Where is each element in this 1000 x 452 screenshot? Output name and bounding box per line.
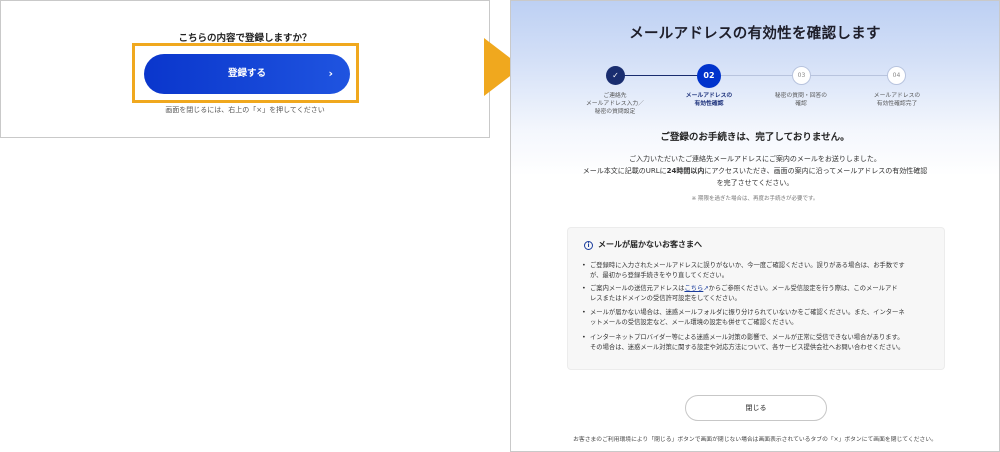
bullet: •: [582, 285, 586, 292]
info-line-2: メール本文に記載のURLに24時間以内にアクセスいただき、画面の案内に沿ってメー…: [511, 166, 999, 176]
list-item: • ご案内メールの送信元アドレスはこちら↗からご参照ください。メール受信設定を行…: [582, 284, 932, 304]
list-item-text: ットメールの受信設定など、メール環境の設定も併せてご確認ください。: [590, 319, 798, 326]
chevron-right-icon: ›: [328, 67, 333, 80]
info-line-2-pre: メール本文に記載のURLに: [582, 167, 667, 175]
register-button-label: 登録する: [227, 68, 266, 79]
close-button[interactable]: 閉じる: [685, 395, 827, 421]
list-item: • インターネットプロバイダー等による迷惑メール対策の影響で、メールが正常に受信…: [582, 333, 932, 353]
bullet: •: [582, 334, 586, 341]
list-item: • ご登録時に入力されたメールアドレスに誤りがないか、今一度ご確認ください。誤り…: [582, 261, 932, 281]
list-item-text-post: からご参照ください。メール受信設定を行う際は、このメールアド: [708, 285, 898, 292]
deadline-text: 24時間以内: [666, 167, 705, 175]
list-item-text: インターネットプロバイダー等による迷惑メール対策の影響で、メールが正常に受信でき…: [590, 334, 904, 341]
deadline-note: ※ 期限を過ぎた場合は、再度お手続きが必要です。: [691, 196, 819, 202]
list-item-text: その場合は、迷惑メール対策に関する設定や対応方法について、各サービス提供会社へお…: [590, 344, 905, 351]
notice-title: i メールが届かないお客さまへ: [584, 239, 702, 250]
list-item-text: ご登録時に入力されたメールアドレスに誤りがないか、今一度ご確認ください。誤りがあ…: [590, 262, 905, 269]
confirmation-panel: こちらの内容で登録しますか？ 登録する › 画面を閉じるには、右上の「×」を押し…: [0, 0, 490, 138]
list-item-text: メールが届かない場合は、迷惑メールフォルダに振り分けられていないかをご確認くださ…: [590, 309, 905, 316]
list-item: • メールが届かない場合は、迷惑メールフォルダに振り分けられていないかをご確認く…: [582, 308, 932, 328]
step-1-label: ご連絡先 メールアドレス入力／ 秘密の質問設定: [586, 93, 644, 115]
register-button[interactable]: 登録する ›: [144, 54, 350, 94]
stepper-line-done: [615, 75, 709, 76]
list-item-text-pre: ご案内メールの送信元アドレスは: [590, 285, 685, 292]
list-item-text: レスまたはドメインの受信許可設定をしてください。: [590, 295, 741, 302]
info-line-2-post: にアクセスいただき、画面の案内に沿ってメールアドレスの有効性確認: [704, 167, 928, 175]
sender-address-link[interactable]: こちら: [684, 285, 703, 292]
info-line-1: ご入力いただいたご連絡先メールアドレスにご案内のメールをお送りしました。: [629, 155, 881, 163]
list-item-text: が、最初から登録手続きをやり直してください。: [590, 272, 729, 279]
close-instruction: 画面を閉じるには、右上の「×」を押してください: [165, 106, 325, 114]
footer-note: お客さまのご利用環境により「閉じる」ボタンで画面が閉じない場合は画面表示されてい…: [573, 437, 937, 443]
step-3-circle: 03: [792, 66, 811, 85]
step-4-label: メールアドレスの 有効性確認完了: [873, 93, 921, 107]
verification-panel: メールアドレスの有効性を確認します ✓ 02 03 04 ご連絡先 メールアドレ…: [510, 0, 1000, 452]
step-2-circle: 02: [697, 64, 721, 88]
list-item-text: ご案内メールの送信元アドレスはこちら↗からご参照ください。メール受信設定を行う際…: [582, 284, 932, 294]
bullet: •: [582, 309, 586, 316]
step-2-label: メールアドレスの 有効性確認: [685, 93, 733, 107]
step-1-circle: ✓: [606, 66, 625, 85]
confirm-question: こちらの内容で登録しますか？: [178, 33, 312, 44]
info-icon: i: [584, 241, 593, 250]
info-line-3: を完了させてください。: [716, 179, 794, 187]
step-3-label: 秘密の質問・回答の 確認: [774, 93, 828, 107]
status-heading: ご登録のお手続きは、完了しておりません。: [660, 132, 850, 143]
bullet: •: [582, 262, 586, 269]
notice-box: i メールが届かないお客さまへ • ご登録時に入力されたメールアドレスに誤りがない…: [567, 227, 945, 370]
check-icon: ✓: [612, 71, 619, 80]
page-title: メールアドレスの有効性を確認します: [629, 26, 881, 42]
notice-title-text: メールが届かないお客さまへ: [598, 240, 702, 249]
step-4-circle: 04: [887, 66, 906, 85]
